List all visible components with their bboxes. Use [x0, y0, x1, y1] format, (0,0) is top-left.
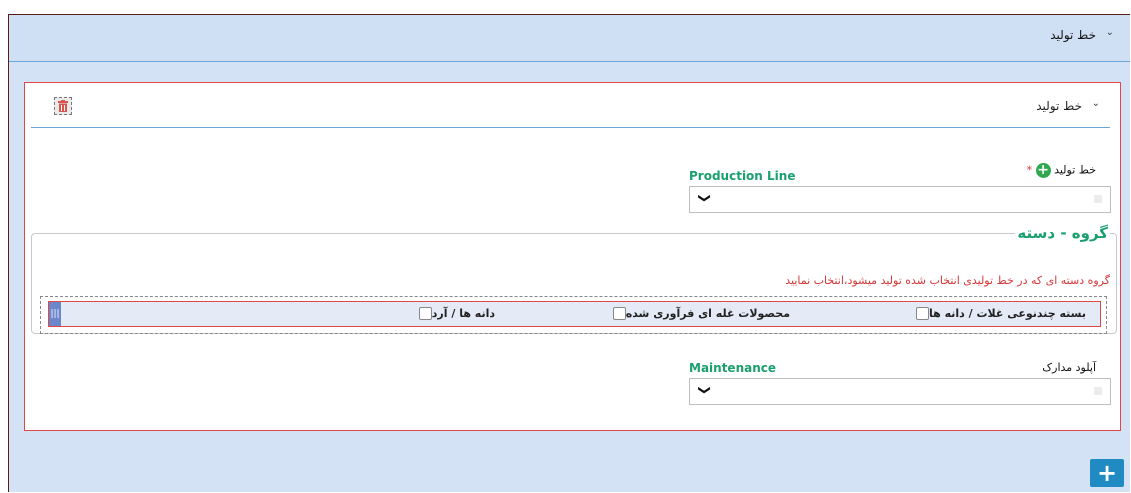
chevron-down-icon: ❯: [698, 384, 713, 396]
checkbox-label: بسته چندنوعی غلات / دانه ها: [929, 307, 1086, 320]
checkbox-option[interactable]: دانه ها / آرد: [415, 307, 495, 320]
production-line-label-en: Production Line: [689, 169, 796, 183]
chevron-down-icon: ❯: [698, 192, 713, 204]
drag-handle-icon[interactable]: |||: [49, 302, 61, 326]
production-line-label-text: خط تولید: [1054, 163, 1096, 177]
production-line-select[interactable]: ❯: [689, 186, 1111, 213]
clear-icon[interactable]: [1094, 195, 1102, 203]
section-header[interactable]: خط تولید ⌄: [9, 15, 1130, 62]
main-frame: خط تولید ⌄ خط تولید ⌄ خط تولید + * Produ…: [8, 14, 1130, 492]
category-group-legend: گروه - دسته: [1017, 224, 1108, 242]
maintenance-select[interactable]: ❯: [689, 378, 1111, 405]
checkbox-label: دانه ها / آرد: [431, 307, 495, 320]
checkbox-label: محصولات غله ای فرآوری شده: [625, 307, 790, 320]
chevron-down-icon[interactable]: ⌄: [1106, 27, 1114, 38]
add-button[interactable]: +: [1090, 459, 1124, 487]
maintenance-label: Maintenance: [689, 361, 777, 375]
checkbox[interactable]: [612, 307, 626, 320]
checkbox[interactable]: [916, 307, 929, 320]
checkbox-option[interactable]: بسته چندنوعی غلات / دانه ها: [912, 307, 1086, 320]
panel-title: خط تولید: [1036, 99, 1082, 113]
upload-documents-label: آپلود مدارک: [1042, 361, 1096, 374]
required-mark: *: [1026, 163, 1033, 177]
checkbox-container: ||| بسته چندنوعی غلات / دانه ها محصولات …: [40, 296, 1107, 334]
checkbox-row: ||| بسته چندنوعی غلات / دانه ها محصولات …: [48, 301, 1101, 327]
production-line-panel: خط تولید ⌄ خط تولید + * Production Line …: [24, 82, 1121, 431]
add-circle-icon[interactable]: +: [1035, 163, 1051, 178]
checkbox-option[interactable]: محصولات غله ای فرآوری شده: [609, 307, 790, 320]
checkbox[interactable]: [418, 307, 432, 320]
clear-icon[interactable]: [1094, 387, 1102, 395]
category-group-hint: گروه دسته ای که در خط تولیدی انتخاب شده …: [785, 274, 1110, 287]
chevron-down-icon[interactable]: ⌄: [1092, 98, 1100, 109]
production-line-label: خط تولید + *: [1027, 163, 1096, 178]
panel-header[interactable]: خط تولید ⌄: [31, 91, 1110, 128]
category-group: گروه - دسته گروه دسته ای که در خط تولیدی…: [31, 224, 1117, 334]
trash-icon[interactable]: [54, 97, 72, 115]
section-title: خط تولید: [1050, 28, 1096, 42]
